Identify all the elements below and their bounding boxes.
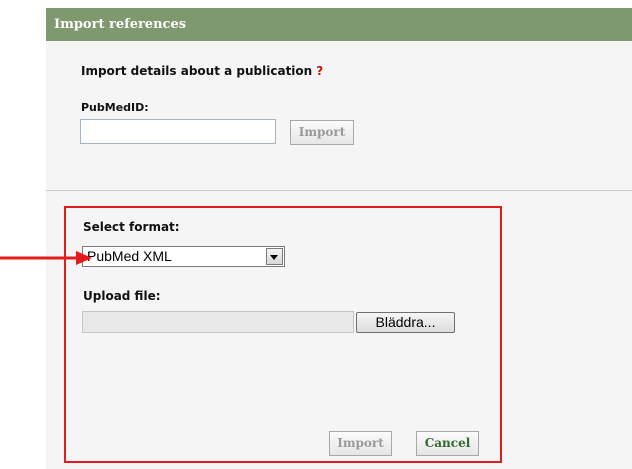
format-select[interactable]: PubMed XML <box>82 246 285 267</box>
red-arrow-icon <box>0 251 92 265</box>
cancel-button[interactable]: Cancel <box>416 431 479 456</box>
pubmed-id-label: PubMedID: <box>81 101 149 114</box>
format-dropdown-button[interactable] <box>266 248 283 265</box>
upload-file-label: Upload file: <box>83 289 161 303</box>
import-references-panel: Import references Import details about a… <box>46 8 632 469</box>
pubmed-id-input[interactable] <box>80 119 276 144</box>
format-select-value: PubMed XML <box>87 248 172 264</box>
select-format-label: Select format: <box>83 220 180 234</box>
file-import-button[interactable]: Import <box>329 431 392 456</box>
pubmed-import-button[interactable]: Import <box>290 120 354 145</box>
help-icon[interactable]: ? <box>316 64 323 78</box>
file-path-field[interactable] <box>82 311 354 333</box>
arrow-head <box>76 251 92 265</box>
browse-button[interactable]: Bläddra... <box>356 312 455 333</box>
panel-title: Import references <box>46 8 632 41</box>
publication-import-heading: Import details about a publication? <box>81 64 323 78</box>
section-divider <box>46 190 632 191</box>
annotation-highlight-box <box>64 206 502 463</box>
publication-import-heading-text: Import details about a publication <box>81 64 313 78</box>
chevron-down-icon <box>270 255 278 260</box>
